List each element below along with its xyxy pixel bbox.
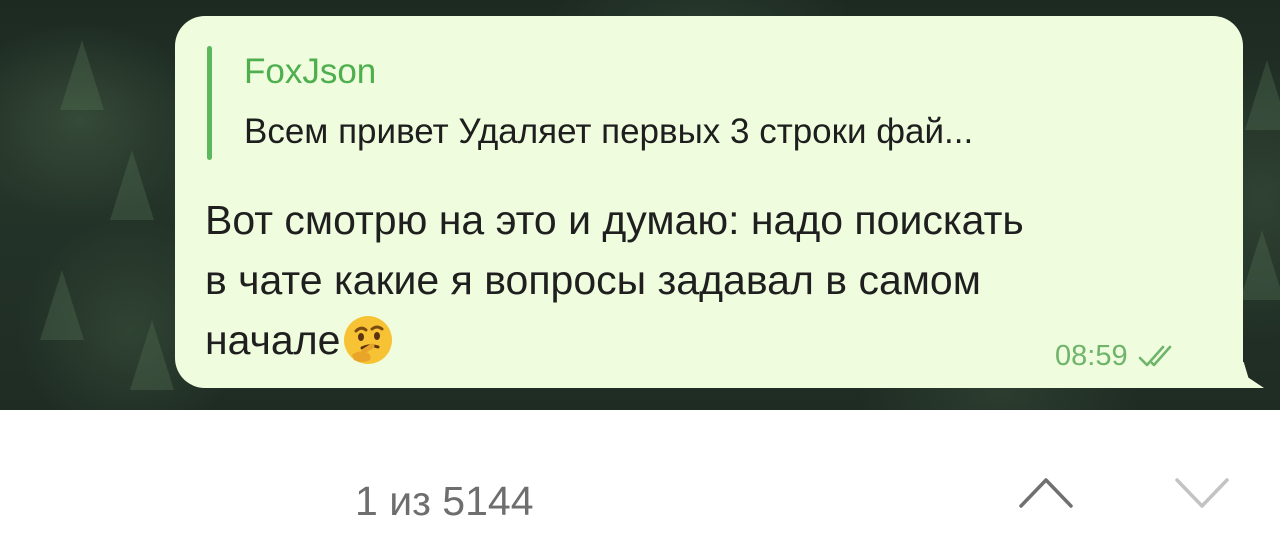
- reply-text: Всем привет Удаляет первых 3 строки фай.…: [244, 112, 974, 151]
- chat-background: FoxJson Всем привет Удаляет первых 3 стр…: [0, 0, 1280, 410]
- message-text: Вот смотрю на это и думаю: надо поискать…: [205, 197, 1024, 363]
- wallpaper-tree: [110, 150, 154, 220]
- chevron-up-icon: [1019, 478, 1073, 508]
- wallpaper-tree: [1245, 60, 1280, 130]
- wallpaper-tree: [40, 270, 84, 340]
- chat-screen: FoxJson Всем привет Удаляет первых 3 стр…: [0, 0, 1280, 554]
- message-time: 08:59: [1055, 339, 1128, 372]
- previous-result-button[interactable]: [1016, 468, 1076, 516]
- message-body: Вот смотрю на это и думаю: надо поискать…: [205, 190, 1045, 370]
- chevron-down-icon: [1175, 478, 1229, 508]
- next-result-button[interactable]: [1172, 468, 1232, 516]
- search-result-counter: 1 из 5144: [355, 478, 534, 524]
- message-bubble-tail: [1238, 362, 1264, 388]
- message-meta: 08:59: [1055, 336, 1182, 376]
- thinking-face-icon: [342, 314, 394, 366]
- wallpaper-tree: [130, 320, 174, 390]
- double-check-icon: [1138, 345, 1171, 367]
- search-navigation-bar: 1 из 5144: [0, 410, 1280, 554]
- reply-accent-bar: [207, 46, 212, 160]
- reply-author: FoxJson: [244, 52, 377, 91]
- reply-quote[interactable]: FoxJson Всем привет Удаляет первых 3 стр…: [207, 46, 1217, 160]
- wallpaper-tree: [1240, 230, 1280, 300]
- wallpaper-tree: [60, 40, 104, 110]
